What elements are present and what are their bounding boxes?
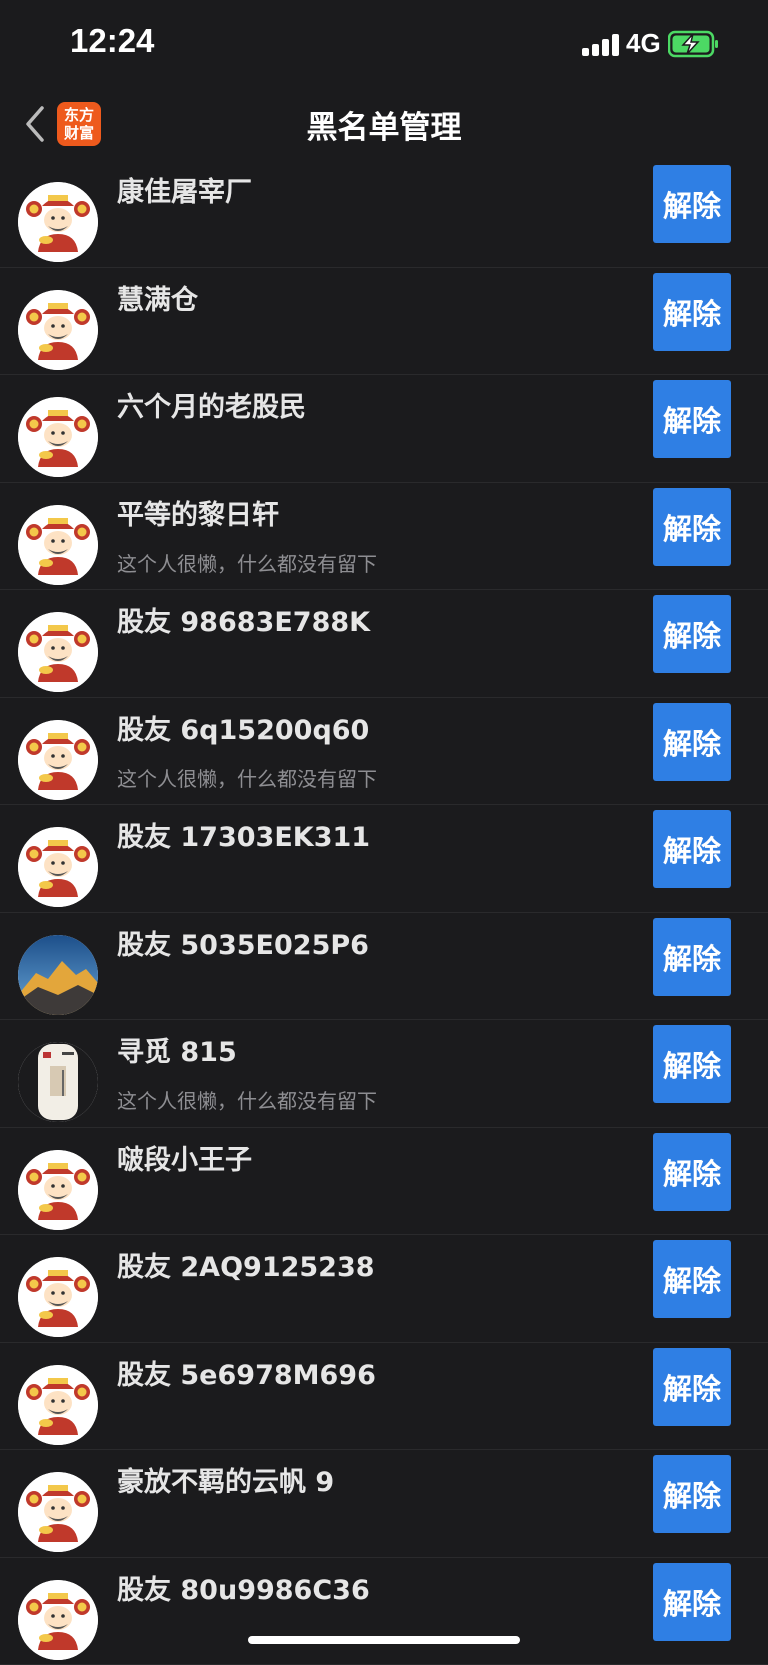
- unblock-button[interactable]: 解除: [653, 1133, 731, 1211]
- unblock-button[interactable]: 解除: [653, 703, 731, 781]
- blacklist-row[interactable]: 股友 2AQ9125238 解除: [0, 1235, 768, 1343]
- blacklist-row[interactable]: 豪放不羁的云帆 9 解除: [0, 1450, 768, 1558]
- user-name: 啵段小王子: [117, 1138, 252, 1177]
- user-name: 股友 17303EK311: [117, 815, 370, 854]
- unblock-button[interactable]: 解除: [653, 1563, 731, 1641]
- unblock-button[interactable]: 解除: [653, 918, 731, 996]
- unblock-button[interactable]: 解除: [653, 273, 731, 351]
- unblock-button[interactable]: 解除: [653, 810, 731, 888]
- user-name: 股友 2AQ9125238: [117, 1245, 375, 1284]
- nav-bar: 东方 财富 黑名单管理: [0, 88, 768, 160]
- user-avatar[interactable]: [18, 505, 98, 585]
- user-avatar[interactable]: [18, 827, 98, 907]
- blacklist-row[interactable]: 股友 5e6978M696 解除: [0, 1343, 768, 1451]
- page-title: 黑名单管理: [0, 102, 768, 147]
- blacklist-row[interactable]: 股友 80u9986C36 解除: [0, 1558, 768, 1665]
- blacklist-row[interactable]: 股友 5035E025P6 解除: [0, 913, 768, 1021]
- user-signature: 这个人很懒，什么都没有留下: [117, 1085, 377, 1114]
- signal-icon: [582, 32, 622, 56]
- user-signature: 这个人很懒，什么都没有留下: [117, 548, 377, 577]
- unblock-button[interactable]: 解除: [653, 380, 731, 458]
- status-time: 12:24: [70, 22, 154, 60]
- user-name: 股友 80u9986C36: [117, 1568, 370, 1607]
- user-avatar[interactable]: [18, 1580, 98, 1660]
- user-name: 股友 5e6978M696: [117, 1353, 376, 1392]
- user-avatar[interactable]: [18, 290, 98, 370]
- blacklist-row[interactable]: 六个月的老股民 解除: [0, 375, 768, 483]
- user-avatar[interactable]: [18, 1365, 98, 1445]
- user-name: 豪放不羁的云帆 9: [117, 1460, 334, 1499]
- user-name: 寻觅 815: [117, 1030, 237, 1069]
- user-avatar[interactable]: [18, 1257, 98, 1337]
- user-name: 康佳屠宰厂: [117, 170, 252, 209]
- blacklist-row[interactable]: 股友 17303EK311 解除: [0, 805, 768, 913]
- unblock-button[interactable]: 解除: [653, 1025, 731, 1103]
- user-name: 股友 6q15200q60: [117, 708, 369, 747]
- user-name: 慧满仓: [117, 278, 198, 317]
- status-bar: 12:24 4G: [0, 0, 768, 88]
- blacklist-list: 康佳屠宰厂解除 慧满仓解除 六个月的老股民解除 平等的黎日轩这个人很懒，什么都没…: [0, 160, 768, 1665]
- unblock-button[interactable]: 解除: [653, 1348, 731, 1426]
- user-avatar[interactable]: [18, 935, 98, 1015]
- user-avatar[interactable]: [18, 1042, 98, 1122]
- user-avatar[interactable]: [18, 397, 98, 477]
- user-avatar[interactable]: [18, 182, 98, 262]
- user-name: 股友 98683E788K: [117, 600, 370, 639]
- user-signature: 这个人很懒，什么都没有留下: [117, 763, 377, 792]
- user-name: 股友 5035E025P6: [117, 923, 369, 962]
- unblock-button[interactable]: 解除: [653, 1240, 731, 1318]
- blacklist-row[interactable]: 股友 6q15200q60 这个人很懒，什么都没有留下 解除: [0, 698, 768, 806]
- blacklist-row[interactable]: 寻觅 815 这个人很懒，什么都没有留下 解除: [0, 1020, 768, 1128]
- blacklist-row[interactable]: 平等的黎日轩这个人很懒，什么都没有留下 解除: [0, 483, 768, 591]
- user-avatar[interactable]: [18, 1472, 98, 1552]
- unblock-button[interactable]: 解除: [653, 165, 731, 243]
- user-avatar[interactable]: [18, 1150, 98, 1230]
- network-label: 4G: [626, 28, 661, 59]
- user-name: 平等的黎日轩: [117, 493, 279, 532]
- user-name: 六个月的老股民: [117, 385, 306, 424]
- user-avatar[interactable]: [18, 720, 98, 800]
- blacklist-row[interactable]: 慧满仓 解除: [0, 268, 768, 376]
- unblock-button[interactable]: 解除: [653, 595, 731, 673]
- blacklist-row[interactable]: 股友 98683E788K 解除: [0, 590, 768, 698]
- battery-charging-icon: [668, 30, 720, 58]
- blacklist-row[interactable]: 啵段小王子 解除: [0, 1128, 768, 1236]
- unblock-button[interactable]: 解除: [653, 1455, 731, 1533]
- home-indicator[interactable]: [248, 1636, 520, 1644]
- blacklist-row[interactable]: 康佳屠宰厂 解除: [0, 160, 768, 268]
- unblock-button[interactable]: 解除: [653, 488, 731, 566]
- user-avatar[interactable]: [18, 612, 98, 692]
